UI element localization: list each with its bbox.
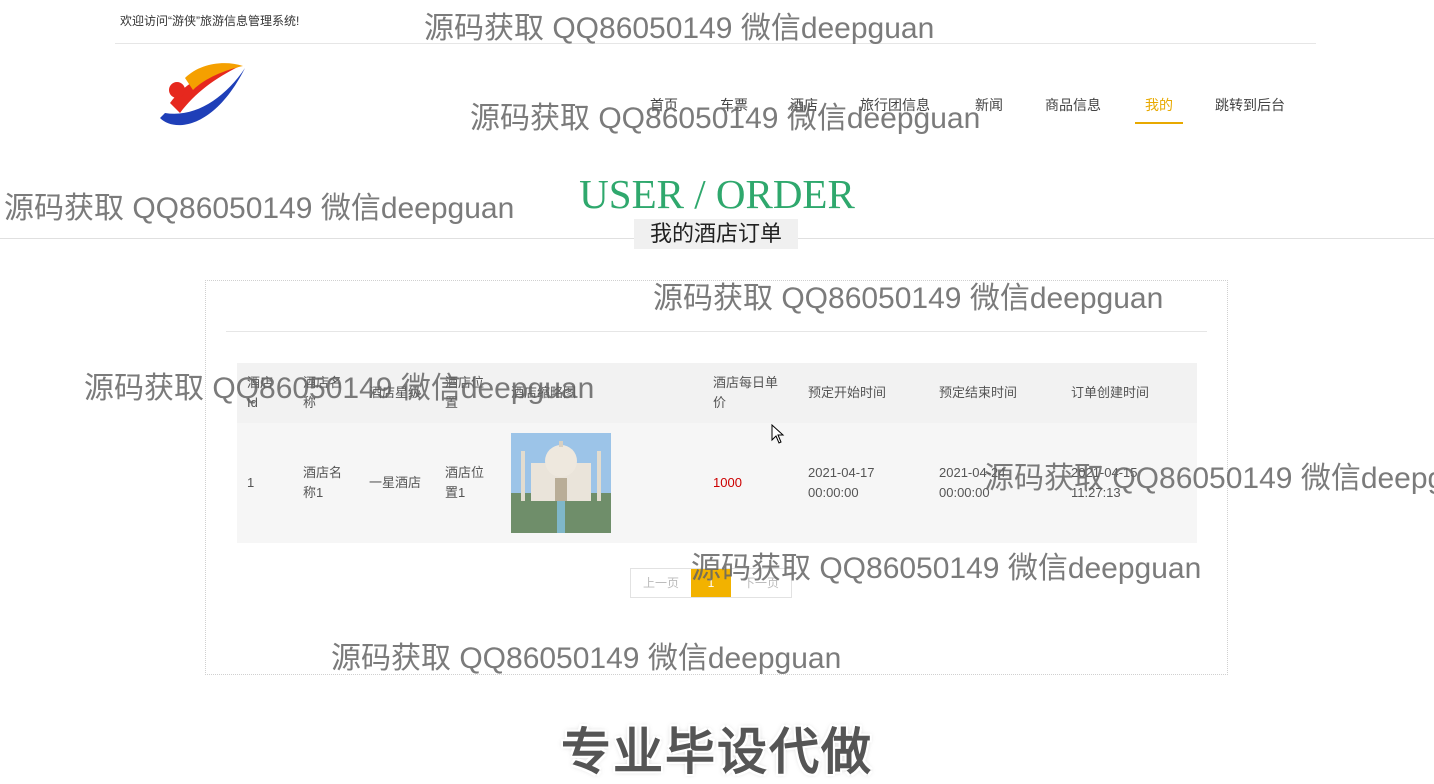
current-page-button[interactable]: 1 bbox=[691, 569, 732, 597]
page-title-cn: 我的酒店订单 bbox=[634, 219, 798, 249]
panel-divider bbox=[226, 331, 1207, 332]
nav-home[interactable]: 首页 bbox=[650, 95, 678, 122]
nav-hotel[interactable]: 酒店 bbox=[790, 95, 818, 122]
welcome-text: 欢迎访问“游侠”旅游信息管理系统! bbox=[120, 14, 300, 28]
cell-hotel-location: 酒店位置1 bbox=[435, 423, 501, 543]
cell-end-time: 2021-04-24 00:00:00 bbox=[929, 423, 1061, 543]
mouse-cursor-icon bbox=[771, 424, 785, 444]
main-nav: 首页 车票 酒店 旅行团信息 新闻 商品信息 我的 跳转到后台 bbox=[0, 95, 1434, 125]
next-page-button[interactable]: 下一页 bbox=[731, 569, 791, 597]
col-hotel-thumbnail: 酒店缩略图 bbox=[501, 363, 703, 423]
orders-panel: 酒店Id 酒店名称 酒店星级 酒店位置 酒店缩略图 酒店每日单价 预定开始时间 … bbox=[205, 280, 1228, 675]
nav-tickets[interactable]: 车票 bbox=[720, 95, 748, 122]
pagination: 上一页 1 下一页 bbox=[630, 568, 793, 598]
cell-hotel-name: 酒店名称1 bbox=[293, 423, 359, 543]
cell-hotel-id: 1 bbox=[237, 423, 293, 543]
col-created-time: 订单创建时间 bbox=[1061, 363, 1197, 423]
page-title-en: USER / ORDER bbox=[579, 171, 855, 217]
col-hotel-name: 酒店名称 bbox=[293, 363, 359, 423]
cell-start-time: 2021-04-17 00:00:00 bbox=[798, 423, 929, 543]
col-end-time: 预定结束时间 bbox=[929, 363, 1061, 423]
nav-admin[interactable]: 跳转到后台 bbox=[1215, 95, 1285, 122]
nav-news[interactable]: 新闻 bbox=[975, 95, 1003, 122]
cell-hotel-star: 一星酒店 bbox=[359, 423, 435, 543]
nav-products[interactable]: 商品信息 bbox=[1045, 95, 1101, 122]
table-row[interactable]: 1 酒店名称1 一星酒店 酒店位置1 1000 2021-04-17 00:00… bbox=[237, 423, 1197, 543]
hotel-orders-table: 酒店Id 酒店名称 酒店星级 酒店位置 酒店缩略图 酒店每日单价 预定开始时间 … bbox=[237, 363, 1197, 543]
prev-page-button[interactable]: 上一页 bbox=[631, 569, 691, 597]
col-hotel-star: 酒店星级 bbox=[359, 363, 435, 423]
cell-hotel-thumbnail bbox=[501, 423, 703, 543]
nav-mine[interactable]: 我的 bbox=[1135, 95, 1183, 124]
hotel-thumbnail-image[interactable] bbox=[511, 433, 611, 533]
col-start-time: 预定开始时间 bbox=[798, 363, 929, 423]
cell-created-time: 2021-04-15 11:27:13 bbox=[1061, 423, 1197, 543]
col-hotel-id: 酒店Id bbox=[237, 363, 293, 423]
nav-tour-group[interactable]: 旅行团信息 bbox=[860, 95, 930, 122]
top-bar: 欢迎访问“游侠”旅游信息管理系统! bbox=[115, 0, 1316, 44]
col-hotel-location: 酒店位置 bbox=[435, 363, 501, 423]
col-hotel-price: 酒店每日单价 bbox=[703, 363, 798, 423]
table-header-row: 酒店Id 酒店名称 酒店星级 酒店位置 酒店缩略图 酒店每日单价 预定开始时间 … bbox=[237, 363, 1197, 423]
watermark-banner: 专业毕设代做 bbox=[561, 724, 873, 780]
